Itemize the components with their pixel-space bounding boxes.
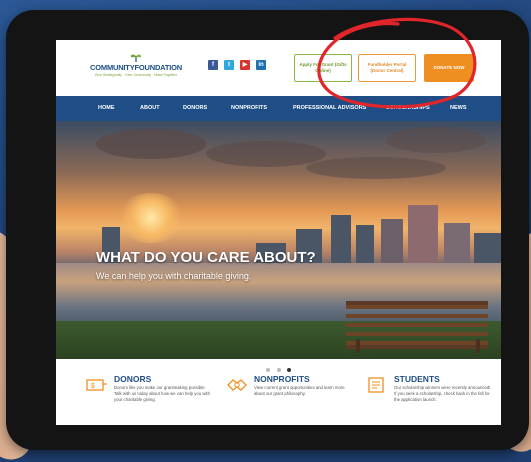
tablet-device: COMMUNITYFOUNDATION Give Strategically ·… <box>6 10 529 450</box>
site-logo[interactable]: COMMUNITYFOUNDATION Give Strategically ·… <box>86 52 186 82</box>
svg-text:$: $ <box>91 383 95 390</box>
cloud <box>206 141 326 167</box>
hero-subtitle: We can help you with charitable giving. <box>96 271 252 281</box>
feature-students[interactable]: STUDENTS Our scholarship winners were re… <box>366 374 501 424</box>
logo-name: COMMUNITYFOUNDATION <box>90 63 182 72</box>
nav-nonprofits[interactable]: NONPROFITS <box>231 96 267 121</box>
feature-text: View current grant opportunities and lea… <box>254 385 345 396</box>
donate-now-button[interactable]: DONATE NOW <box>424 54 474 82</box>
nav-professional-advisors[interactable]: PROFESSIONAL ADVISORS <box>293 96 366 121</box>
building <box>444 223 470 263</box>
handshake-icon <box>227 379 247 391</box>
carousel-dot-active[interactable] <box>286 367 291 372</box>
main-nav: HOME ABOUT DONORS NONPROFITS PROFESSIONA… <box>56 96 501 121</box>
bench <box>346 301 488 349</box>
leaf-icon <box>130 54 142 62</box>
feature-nonprofits[interactable]: NONPROFITS View current grant opportunit… <box>226 374 366 424</box>
nav-donors[interactable]: DONORS <box>183 96 207 121</box>
feature-title: NONPROFITS <box>254 374 310 384</box>
bench-leg <box>476 339 480 353</box>
fundholder-portal-button[interactable]: Fundholder Portal (Donor Central) <box>358 54 416 82</box>
book-icon <box>368 377 384 393</box>
building <box>331 215 351 263</box>
feature-text: Donors like you make our grantmaking pos… <box>114 385 211 402</box>
tablet-screen: COMMUNITYFOUNDATION Give Strategically ·… <box>56 40 501 425</box>
feature-title: DONORS <box>114 374 152 384</box>
feature-text: Our scholarship winners were recently an… <box>394 385 491 402</box>
nav-home[interactable]: HOME <box>98 96 115 121</box>
nav-about[interactable]: ABOUT <box>140 96 160 121</box>
youtube-icon[interactable]: ▶ <box>240 60 250 70</box>
sunset <box>116 193 186 243</box>
twitter-icon[interactable]: t <box>224 60 234 70</box>
apply-grant-button[interactable]: Apply For Grant (Gifts Online) <box>294 54 352 82</box>
cloud <box>306 157 446 179</box>
carousel-indicators <box>56 361 501 372</box>
feature-donors[interactable]: $ DONORS Donors like you make our grantm… <box>86 374 226 424</box>
cloud <box>386 127 486 153</box>
donation-icon: $ <box>86 379 107 391</box>
building <box>474 233 501 263</box>
hero-banner: WHAT DO YOU CARE ABOUT? We can help you … <box>56 121 501 359</box>
bench-leg <box>356 339 360 353</box>
nav-scholarships[interactable]: SCHOLARSHIPS <box>386 96 430 121</box>
carousel-dot[interactable] <box>266 367 271 372</box>
logo-tagline: Give Strategically · Give Generously · M… <box>94 73 178 77</box>
hero-title: WHAT DO YOU CARE ABOUT? <box>96 249 316 266</box>
nav-news[interactable]: NEWS <box>450 96 467 121</box>
building <box>408 205 438 263</box>
feature-title: STUDENTS <box>394 374 440 384</box>
facebook-icon[interactable]: f <box>208 60 218 70</box>
carousel-dot[interactable] <box>276 367 281 372</box>
site-header: COMMUNITYFOUNDATION Give Strategically ·… <box>56 40 501 96</box>
cloud <box>96 129 206 159</box>
building <box>356 225 374 263</box>
building <box>381 219 403 263</box>
linkedin-icon[interactable]: in <box>256 60 266 70</box>
